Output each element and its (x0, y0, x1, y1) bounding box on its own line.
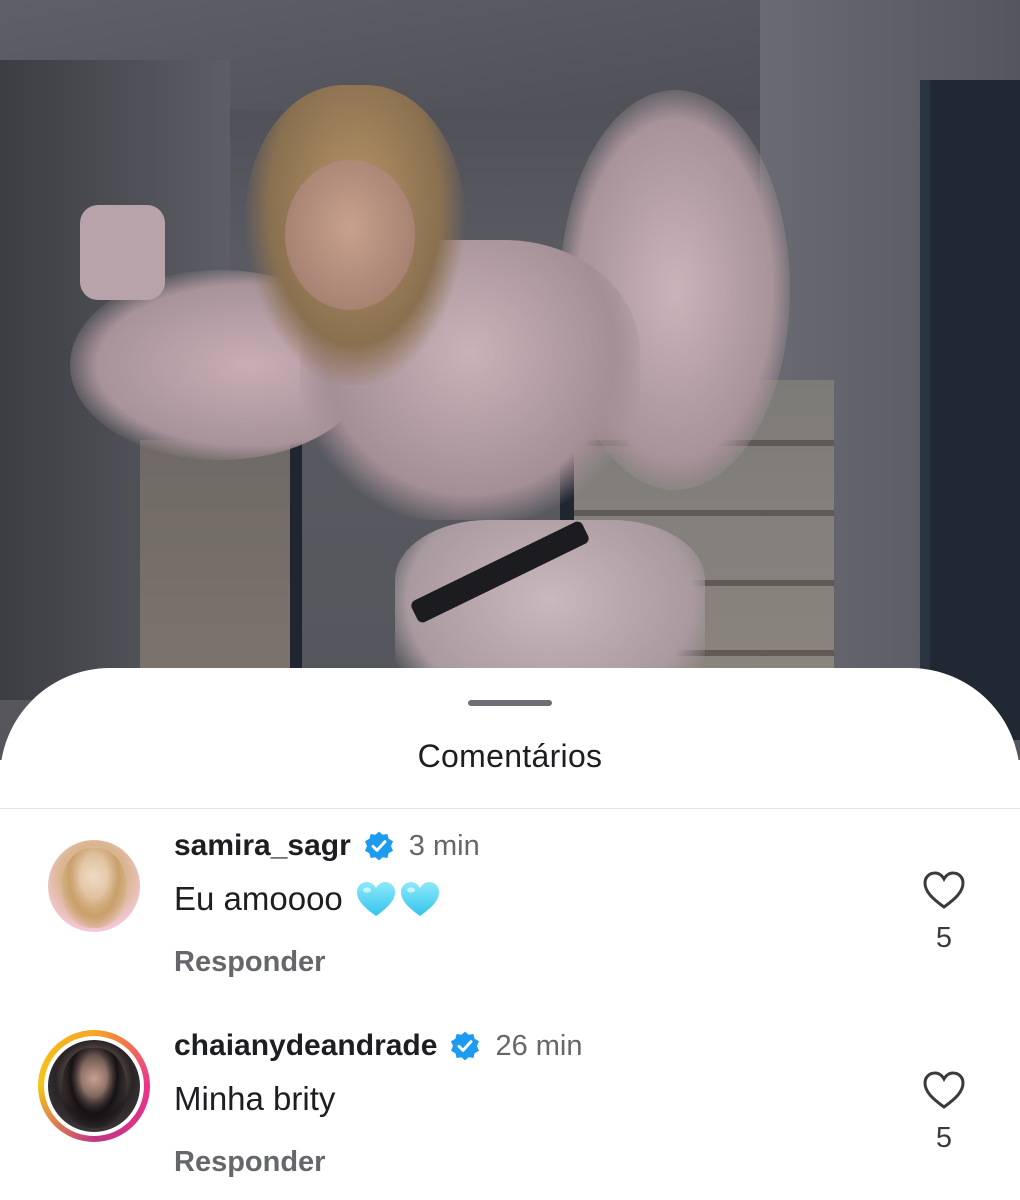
verified-badge-icon (451, 1031, 480, 1061)
photo-camera (80, 205, 165, 300)
comment-item: samira_sagr 3 min Eu amoooo Responder 5 (0, 818, 1020, 998)
post-background-photo (0, 0, 1020, 760)
comment-meta: chaianydeandrade 26 min (174, 1026, 582, 1066)
comment-text-row: Eu amoooo (174, 880, 441, 918)
sheet-title: Comentários (417, 738, 603, 774)
avatar[interactable] (38, 830, 150, 942)
photo-face (285, 160, 415, 310)
like-control: 5 (918, 870, 970, 955)
comment-text: Minha brity (174, 1080, 336, 1117)
avatar-image (48, 1040, 140, 1132)
light-blue-heart-emoji (356, 882, 395, 916)
comment-text-row: Minha brity (174, 1080, 335, 1118)
avatar-border (44, 1036, 144, 1136)
comment-text: Eu amoooo (174, 880, 343, 917)
verified-badge-icon (364, 831, 393, 861)
comments-sheet: Comentários samira_sagr 3 min Eu amoooo (0, 668, 1020, 1200)
comment-time: 26 min (495, 1029, 583, 1062)
comment-time: 3 min (408, 829, 480, 862)
like-control: 5 (918, 1070, 970, 1155)
sheet-drag-handle[interactable] (468, 700, 552, 706)
photo-window-left (140, 440, 302, 700)
avatar[interactable] (38, 1030, 150, 1142)
comment-meta: samira_sagr 3 min (174, 826, 480, 866)
comment-item: chaianydeandrade 26 min Minha brity Resp… (0, 1018, 1020, 1198)
avatar-border (44, 836, 144, 936)
photo-door (920, 80, 1020, 740)
heart-outline-icon[interactable] (922, 1070, 966, 1110)
avatar-hair (62, 848, 126, 928)
light-blue-heart-emoji (400, 882, 439, 916)
comment-username[interactable]: chaianydeandrade (174, 1029, 437, 1063)
avatar-image (48, 840, 140, 932)
building-floor (574, 510, 834, 516)
avatar-hair (62, 1048, 126, 1128)
like-count: 5 (935, 922, 953, 954)
heart-outline-icon[interactable] (922, 870, 966, 910)
comment-username[interactable]: samira_sagr (174, 829, 351, 863)
header-divider (0, 808, 1020, 809)
like-count: 5 (935, 1122, 953, 1154)
reply-button[interactable]: Responder (174, 1146, 325, 1179)
emoji-group (355, 880, 441, 918)
reply-button[interactable]: Responder (174, 946, 325, 979)
